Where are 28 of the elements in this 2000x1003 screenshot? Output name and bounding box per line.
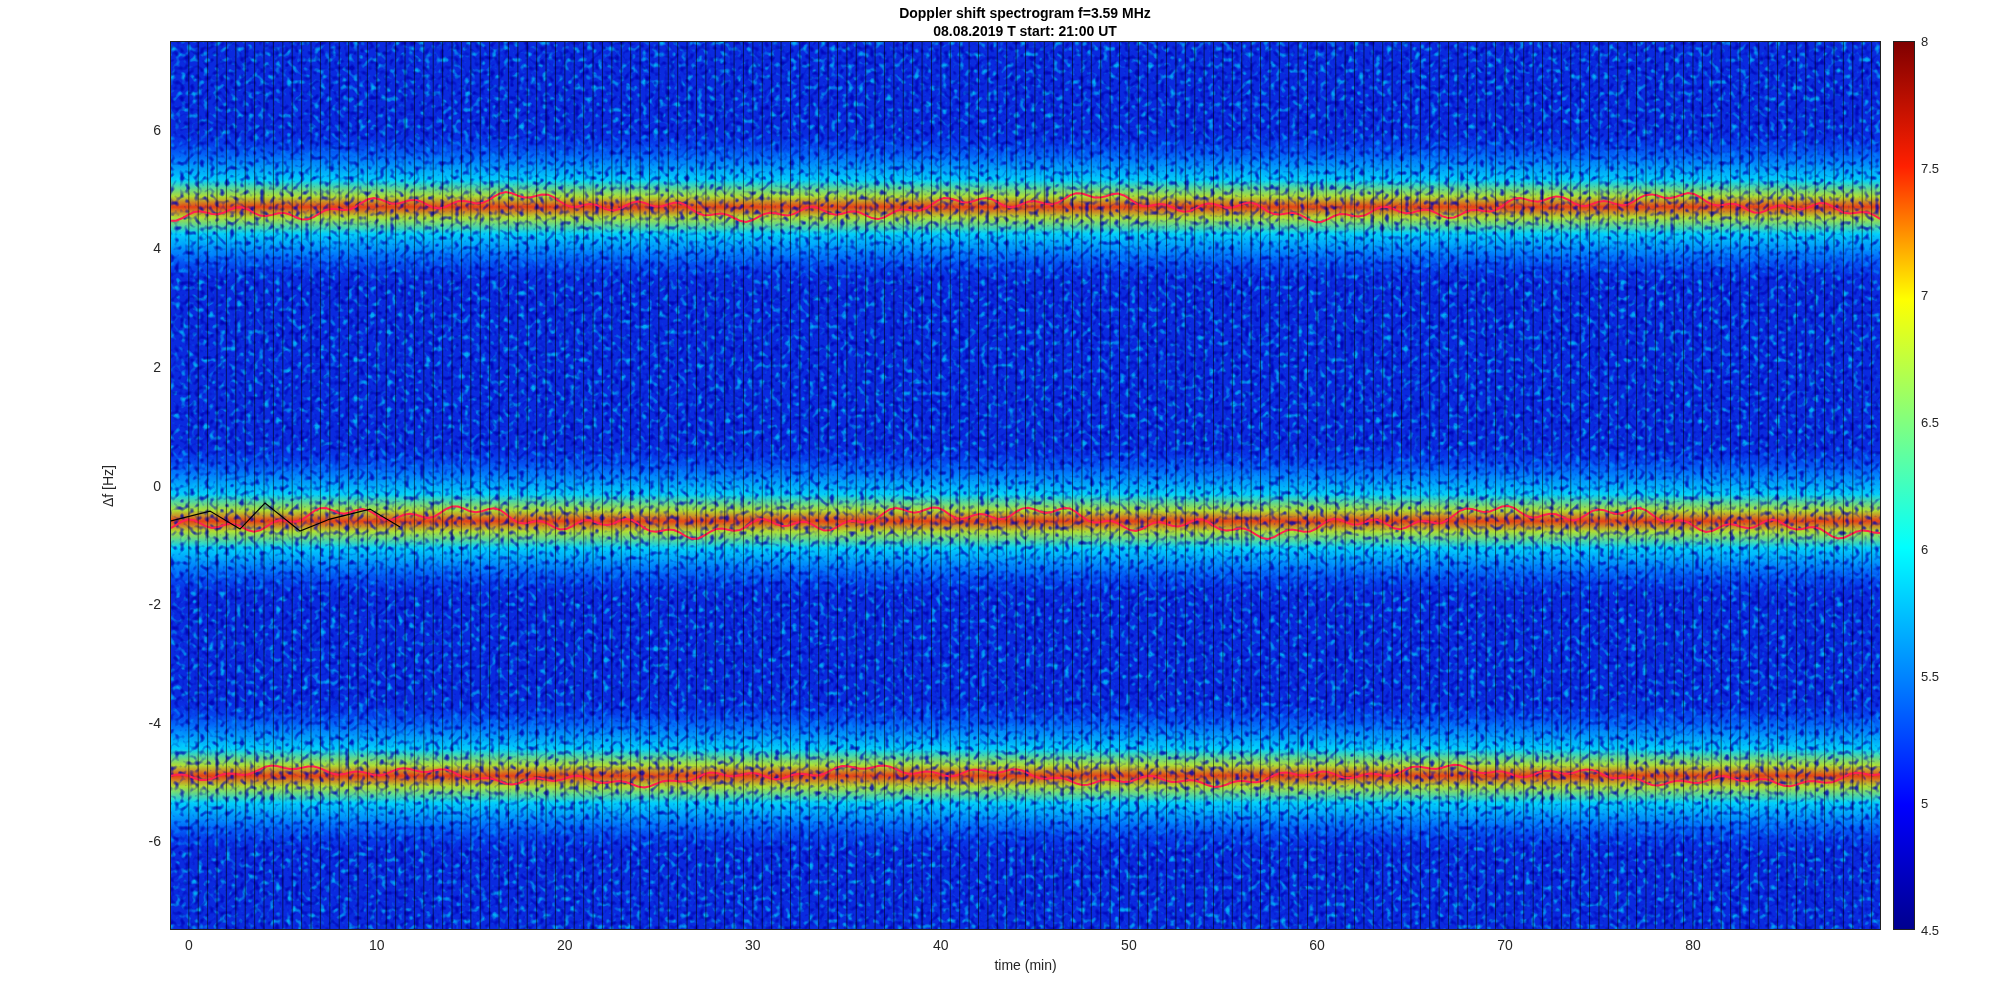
axis-label: time (min) (994, 957, 1057, 973)
axis-tick-label: 0 (184, 937, 193, 953)
axis-tick-label: 40 (933, 937, 949, 953)
colorbar-tick-label: 5.5 (1921, 668, 1940, 684)
axis-tick-label: 80 (1685, 937, 1701, 953)
plot-title: Doppler shift spectrogram f=3.59 MHz (899, 4, 1151, 22)
axis-tick-label: -2 (148, 596, 161, 613)
axis-tick-label: 50 (1121, 937, 1137, 953)
colorbar-tick-label: 4.5 (1921, 922, 1940, 938)
colorbar-tick-label: 8 (1921, 33, 1929, 49)
colorbar-tick-label: 6.5 (1921, 414, 1940, 430)
axis-tick-label: 4 (153, 240, 161, 257)
axis-tick-label: 6 (153, 121, 161, 138)
axis-tick-label: -6 (148, 833, 161, 850)
axis-tick-label: 70 (1497, 937, 1513, 953)
colorbar-tick-label: 5 (1921, 795, 1929, 811)
axis-tick-label: 20 (557, 937, 573, 953)
axis-tick-label: -4 (148, 714, 161, 731)
plot-title: 08.08.2019 T start: 21:00 UT (933, 22, 1117, 40)
colorbar-tick-label: 6 (1921, 541, 1929, 557)
colorbar-tick-label: 7 (1921, 287, 1929, 303)
colorbar-tick-label: 7.5 (1921, 160, 1940, 176)
axis-tick-label: 2 (153, 358, 161, 375)
axis-tick-label: 10 (369, 937, 385, 953)
axis-tick-label: 30 (745, 937, 761, 953)
axis-tick-label: 60 (1309, 937, 1325, 953)
axis-tick-label: 0 (153, 477, 161, 494)
axis-label: Δf [Hz] (100, 464, 116, 507)
